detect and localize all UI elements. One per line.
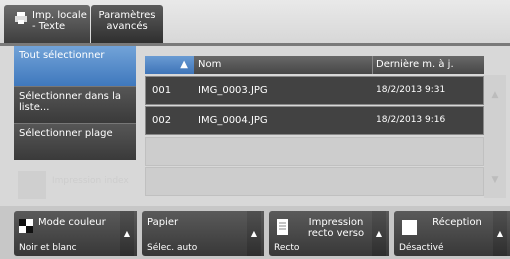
duplex-value: Recto [274,243,300,253]
row-number: 002 [152,115,172,126]
duplex-label: Impression recto verso [307,217,365,239]
print-index-box [18,171,46,199]
date-column-header[interactable]: Dernière m. à j. [372,56,484,74]
print-index-label: Impression index [52,176,129,186]
sort-column-header[interactable]: ▲ [145,56,194,74]
select-all-label: Tout sélectionner [19,50,105,61]
paper-arrow-icon: ▲ [247,211,261,256]
duplex-button[interactable]: Impression recto verso Recto ▲ [269,211,389,256]
black-white-icon [19,219,33,233]
row-date: 18/2/2013 9:16 [376,115,446,125]
scroll-down-button[interactable]: ▼ [484,135,506,198]
row-filename: IMG_0003.JPG [198,85,268,96]
select-range-label: Sélectionner plage [19,128,113,139]
paper-button[interactable]: Papier Sélec. auto ▲ [142,211,264,256]
name-column-header[interactable]: Nom [194,56,372,74]
select-range-button[interactable]: Sélectionner plage [14,123,136,160]
color-mode-button[interactable]: Mode couleur Noir et blanc ▲ [14,211,137,256]
color-mode-label: Mode couleur [38,217,106,228]
document-icon [277,219,288,235]
select-from-list-button[interactable]: Sélectionner dans la liste... [14,86,136,123]
table-row[interactable]: 001 IMG_0003.JPG 18/2/2013 9:31 [145,76,484,105]
scroll-up-icon: ▲ [491,90,499,100]
file-table: ▲ Nom Dernière m. à j. 001 IMG_0003.JPG … [145,56,484,198]
reception-label: Réception [432,217,482,228]
print-index-checkbox: Impression index [18,171,138,201]
printer-icon [15,12,27,24]
tab-local-print-text[interactable]: Imp. locale - Texte [4,5,90,43]
paper-label: Papier [147,217,179,228]
scroll-down-icon: ▼ [491,175,499,185]
table-row[interactable]: 002 IMG_0004.JPG 18/2/2013 9:16 [145,106,484,135]
select-from-list-label: Sélectionner dans la liste... [19,91,121,113]
name-header-label: Nom [198,59,222,70]
reception-button[interactable]: Réception Désactivé ▲ [394,211,510,256]
date-header-label: Dernière m. à j. [376,59,454,70]
select-all-button[interactable]: Tout sélectionner [14,46,136,86]
tab-advanced-label: Paramètres avancés [98,10,156,32]
row-number: 001 [152,85,172,96]
sort-ascending-icon: ▲ [180,59,188,70]
table-row-empty [145,137,484,166]
row-filename: IMG_0004.JPG [198,115,268,126]
scroll-up-button[interactable]: ▲ [484,75,506,135]
reception-arrow-icon: ▲ [493,211,507,256]
reception-icon [402,220,417,235]
color-mode-arrow-icon: ▲ [120,211,134,256]
tab-local-print-label: Imp. locale - Texte [32,10,87,32]
table-row-empty [145,167,484,196]
reception-value: Désactivé [399,243,444,253]
duplex-arrow-icon: ▲ [372,211,386,256]
row-date: 18/2/2013 9:31 [376,85,446,95]
tab-advanced-settings[interactable]: Paramètres avancés [91,5,163,43]
paper-value: Sélec. auto [147,243,198,253]
color-mode-value: Noir et blanc [19,243,77,253]
